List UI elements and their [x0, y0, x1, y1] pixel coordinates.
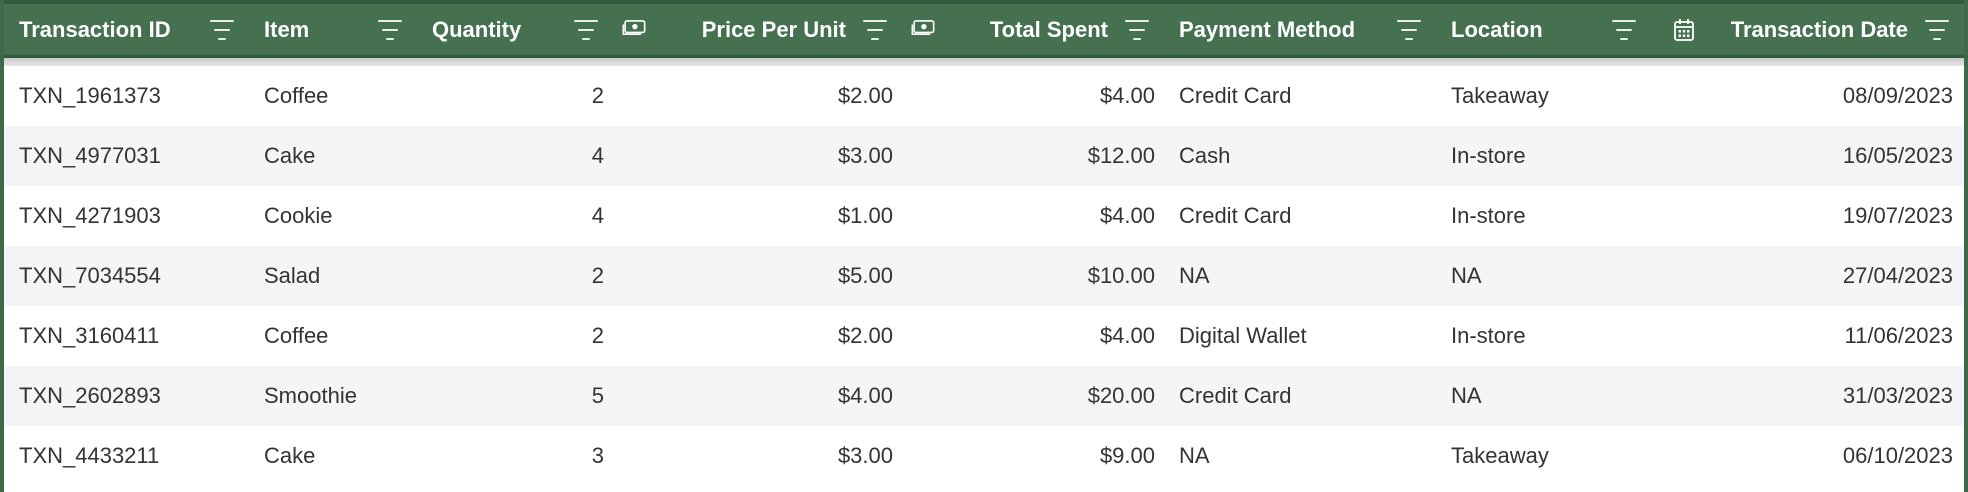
- cell-payment-method[interactable]: Cash: [1164, 143, 1436, 169]
- cell-quantity[interactable]: 4: [417, 203, 613, 229]
- cell-transaction-date[interactable]: 31/03/2023: [1651, 383, 1964, 409]
- cell-item[interactable]: Cake: [249, 143, 417, 169]
- column-header-label: Item: [264, 16, 310, 42]
- cell-total-spent[interactable]: $20.00: [902, 383, 1164, 409]
- cell-transaction-id[interactable]: TXN_7034554: [4, 263, 249, 289]
- filter-icon[interactable]: [573, 19, 599, 40]
- filter-icon[interactable]: [1611, 19, 1637, 40]
- filter-icon[interactable]: [377, 19, 403, 40]
- table-row[interactable]: TXN_4271903 Cookie 4 $1.00 $4.00 Credit Card I…: [4, 186, 1964, 246]
- filter-icon[interactable]: [1924, 19, 1950, 40]
- cell-total-spent[interactable]: $12.00: [902, 143, 1164, 169]
- filter-icon[interactable]: [1124, 19, 1150, 40]
- cell-price-per-unit[interactable]: $3.00: [613, 443, 902, 469]
- cell-transaction-id[interactable]: TXN_4433211: [4, 443, 249, 469]
- cell-total-spent[interactable]: $4.00: [902, 203, 1164, 229]
- cell-transaction-date[interactable]: 16/05/2023: [1651, 143, 1964, 169]
- table-row[interactable]: TXN_7034554 Salad 2 $5.00 $10.00 NA NA 27/04/20…: [4, 246, 1964, 306]
- cell-transaction-date[interactable]: 27/04/2023: [1651, 263, 1964, 289]
- table-body: TXN_1961373 Coffee 2 $2.00 $4.00 Credit Card T…: [4, 66, 1964, 486]
- column-header-price-per-unit[interactable]: Price Per Unit: [613, 4, 902, 55]
- column-header-label: Quantity: [432, 16, 522, 42]
- cell-location[interactable]: NA: [1436, 263, 1651, 289]
- cell-item[interactable]: Smoothie: [249, 383, 417, 409]
- cell-transaction-id[interactable]: TXN_2602893: [4, 383, 249, 409]
- column-header-total-spent[interactable]: Total Spent: [902, 4, 1164, 55]
- money-icon: [911, 19, 935, 35]
- cell-payment-method[interactable]: Credit Card: [1164, 383, 1436, 409]
- column-header-transaction-date[interactable]: Transaction Date: [1651, 4, 1964, 55]
- cell-quantity[interactable]: 2: [417, 323, 613, 349]
- cell-payment-method[interactable]: Digital Wallet: [1164, 323, 1436, 349]
- cell-total-spent[interactable]: $4.00: [902, 83, 1164, 109]
- cell-transaction-id[interactable]: TXN_4271903: [4, 203, 249, 229]
- table-header: Transaction ID Item Quantity Price Per U…: [4, 0, 1964, 58]
- column-header-item[interactable]: Item: [249, 4, 417, 55]
- column-header-label: Location: [1451, 16, 1543, 42]
- cell-transaction-date[interactable]: 11/06/2023: [1651, 323, 1964, 349]
- cell-total-spent[interactable]: $10.00: [902, 263, 1164, 289]
- cell-payment-method[interactable]: NA: [1164, 263, 1436, 289]
- cell-item[interactable]: Coffee: [249, 323, 417, 349]
- column-header-label: Transaction ID: [19, 16, 171, 42]
- table-row[interactable]: TXN_3160411 Coffee 2 $2.00 $4.00 Digital Wall…: [4, 306, 1964, 366]
- cell-price-per-unit[interactable]: $2.00: [613, 323, 902, 349]
- data-grid: Transaction ID Item Quantity Price Per U…: [0, 0, 1968, 492]
- cell-price-per-unit[interactable]: $3.00: [613, 143, 902, 169]
- cell-location[interactable]: In-store: [1436, 323, 1651, 349]
- cell-location[interactable]: NA: [1436, 383, 1651, 409]
- cell-total-spent[interactable]: $4.00: [902, 323, 1164, 349]
- cell-transaction-date[interactable]: 19/07/2023: [1651, 203, 1964, 229]
- money-icon: [622, 19, 646, 35]
- cell-price-per-unit[interactable]: $5.00: [613, 263, 902, 289]
- cell-transaction-date[interactable]: 08/09/2023: [1651, 83, 1964, 109]
- cell-location[interactable]: Takeaway: [1436, 443, 1651, 469]
- cell-price-per-unit[interactable]: $2.00: [613, 83, 902, 109]
- cell-transaction-id[interactable]: TXN_1961373: [4, 83, 249, 109]
- column-header-label: Payment Method: [1179, 16, 1356, 42]
- cell-quantity[interactable]: 2: [417, 263, 613, 289]
- filter-icon[interactable]: [862, 19, 888, 40]
- cell-location[interactable]: Takeaway: [1436, 83, 1651, 109]
- cell-payment-method[interactable]: NA: [1164, 443, 1436, 469]
- cell-quantity[interactable]: 3: [417, 443, 613, 469]
- header-shadow: [4, 58, 1964, 66]
- cell-price-per-unit[interactable]: $4.00: [613, 383, 902, 409]
- cell-quantity[interactable]: 2: [417, 83, 613, 109]
- calendar-icon: [1674, 18, 1694, 41]
- cell-transaction-date[interactable]: 06/10/2023: [1651, 443, 1964, 469]
- column-header-location[interactable]: Location: [1436, 4, 1651, 55]
- column-header-label: Total Spent: [989, 16, 1108, 42]
- cell-location[interactable]: In-store: [1436, 203, 1651, 229]
- cell-item[interactable]: Coffee: [249, 83, 417, 109]
- column-header-quantity[interactable]: Quantity: [417, 4, 613, 55]
- table-row[interactable]: TXN_4977031 Cake 4 $3.00 $12.00 Cash In-store 1…: [4, 126, 1964, 186]
- cell-price-per-unit[interactable]: $1.00: [613, 203, 902, 229]
- cell-location[interactable]: In-store: [1436, 143, 1651, 169]
- cell-item[interactable]: Cake: [249, 443, 417, 469]
- cell-total-spent[interactable]: $9.00: [902, 443, 1164, 469]
- cell-quantity[interactable]: 4: [417, 143, 613, 169]
- cell-payment-method[interactable]: Credit Card: [1164, 83, 1436, 109]
- column-header-label: Price Per Unit: [701, 16, 846, 42]
- cell-transaction-id[interactable]: TXN_4977031: [4, 143, 249, 169]
- cell-quantity[interactable]: 5: [417, 383, 613, 409]
- table-row[interactable]: TXN_4433211 Cake 3 $3.00 $9.00 NA Takeaway 06/1…: [4, 426, 1964, 486]
- cell-payment-method[interactable]: Credit Card: [1164, 203, 1436, 229]
- filter-icon[interactable]: [209, 19, 235, 40]
- column-header-label: Transaction Date: [1730, 16, 1908, 42]
- table-row[interactable]: TXN_2602893 Smoothie 5 $4.00 $20.00 Credit Ca…: [4, 366, 1964, 426]
- cell-transaction-id[interactable]: TXN_3160411: [4, 323, 249, 349]
- filter-icon[interactable]: [1396, 19, 1422, 40]
- cell-item[interactable]: Cookie: [249, 203, 417, 229]
- cell-item[interactable]: Salad: [249, 263, 417, 289]
- column-header-transaction-id[interactable]: Transaction ID: [4, 4, 249, 55]
- table-row[interactable]: TXN_1961373 Coffee 2 $2.00 $4.00 Credit Card T…: [4, 66, 1964, 126]
- column-header-payment-method[interactable]: Payment Method: [1164, 4, 1436, 55]
